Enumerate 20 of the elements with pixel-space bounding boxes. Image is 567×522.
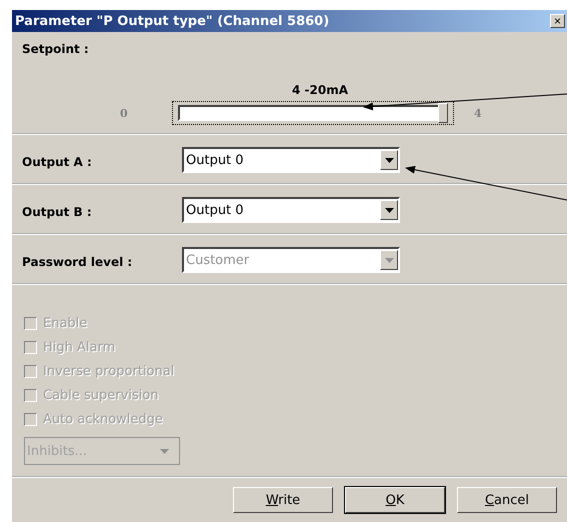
- dropdown[interactable]: Output 0: [182, 197, 400, 223]
- slider-track[interactable]: [178, 105, 448, 121]
- field-label: Output B :: [22, 204, 92, 218]
- setpoint-label: Setpoint :: [22, 42, 89, 56]
- close-button[interactable]: ×: [550, 14, 565, 28]
- caret-icon: [384, 208, 394, 212]
- min-value: 0: [120, 106, 129, 120]
- slider-thumb[interactable]: [438, 103, 448, 123]
- caret-icon: [384, 158, 394, 162]
- window-title: Parameter "P Output type" (Channel 5860): [15, 14, 330, 28]
- caret-icon: [160, 448, 169, 454]
- field-label: Output A :: [22, 154, 92, 168]
- dropdown[interactable]: Output 0: [182, 147, 400, 173]
- dialog-button[interactable]: OK: [345, 487, 445, 513]
- max-value: 4: [474, 106, 483, 120]
- range-caption: 4 -20mA: [291, 83, 349, 97]
- caret-icon: [384, 258, 394, 262]
- dialog-button[interactable]: Cancel: [457, 487, 557, 513]
- dialog-button[interactable]: Write: [233, 487, 333, 513]
- field-label: Password level :: [22, 254, 132, 268]
